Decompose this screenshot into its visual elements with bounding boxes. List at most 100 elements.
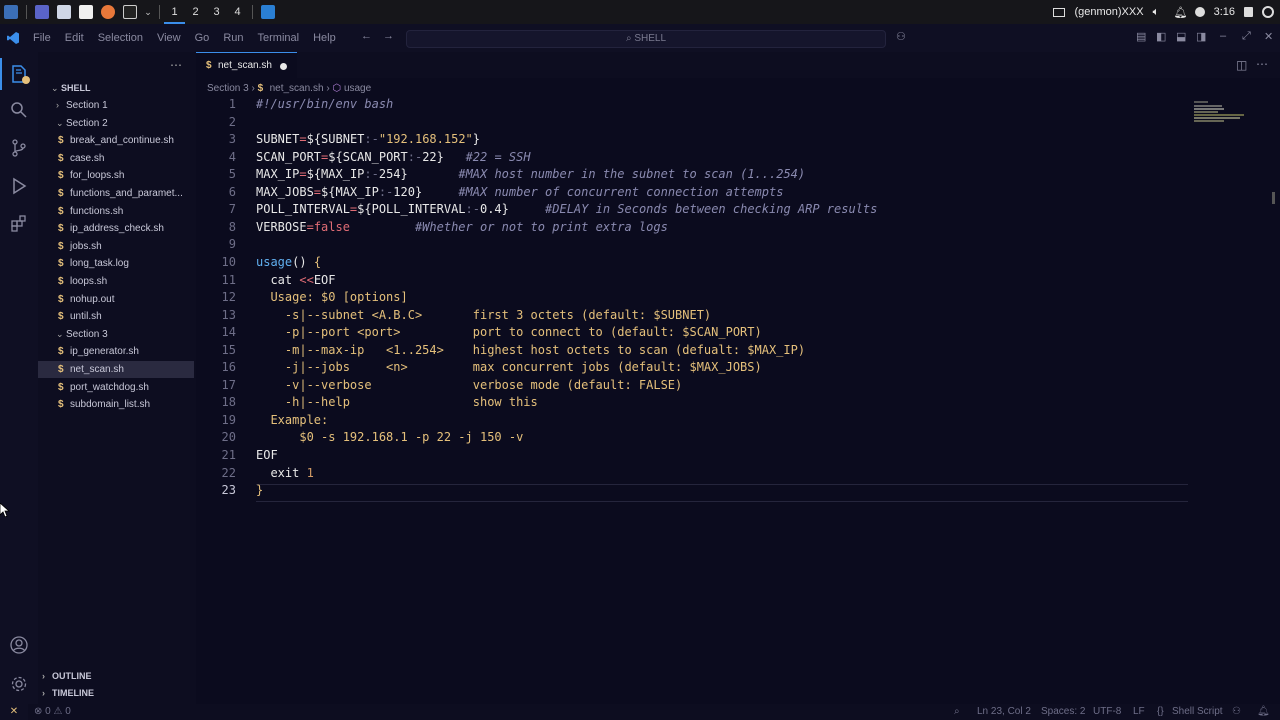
remote-indicator-icon[interactable]: ✕ — [0, 704, 28, 720]
copilot-status-icon[interactable]: ⚇ — [1232, 704, 1241, 720]
menu-view[interactable]: View — [150, 24, 188, 52]
volume-icon[interactable]: 🔈︎ — [1153, 6, 1165, 18]
file-item[interactable]: $ jobs.sh — [38, 238, 194, 255]
problems-indicator[interactable]: ⊗ 0 ⚠ 0 — [34, 704, 71, 720]
search-icon[interactable] — [9, 100, 29, 120]
toggle-panel-icon[interactable]: ⬓ — [1176, 30, 1186, 43]
workspace-1[interactable]: 1 — [164, 0, 185, 24]
code-line[interactable]: 6 MAX_JOBS=${MAX_IP:-120} #MAX number of … — [196, 184, 1196, 202]
code-line[interactable]: 5 MAX_IP=${MAX_IP:-254} #MAX host number … — [196, 166, 1196, 184]
workspace-2[interactable]: 2 — [185, 0, 206, 24]
folder-item[interactable]: ⌄ Section 3 — [38, 326, 194, 343]
split-editor-icon[interactable]: ◫ — [1236, 58, 1247, 72]
more-actions-icon[interactable]: ⋯ — [170, 58, 182, 72]
file-item[interactable]: $ port_watchdog.sh — [38, 379, 194, 396]
code-line[interactable]: 17 -v|--verbose verbose mode (default: F… — [196, 377, 1196, 395]
terminal-icon[interactable] — [119, 0, 141, 24]
file-item[interactable]: $ functions_and_paramet... — [38, 185, 194, 202]
run-debug-icon[interactable] — [9, 176, 29, 196]
timeline-section[interactable]: › TIMELINE — [38, 685, 196, 702]
code-line[interactable]: 2 — [196, 114, 1196, 132]
menu-go[interactable]: Go — [188, 24, 217, 52]
file-item[interactable]: $ subdomain_list.sh — [38, 396, 194, 413]
maximize-icon[interactable]: ⤢ — [1242, 30, 1251, 43]
breadcrumb-folder[interactable]: Section 3 — [207, 83, 249, 94]
code-line[interactable]: 4 SCAN_PORT=${SCAN_PORT:-22} #22 = SSH — [196, 149, 1196, 167]
language-mode[interactable]: Shell Script — [1172, 704, 1223, 720]
bell-icon[interactable]: 🔔︎ — [1174, 6, 1188, 19]
encoding[interactable]: UTF-8 — [1093, 704, 1121, 720]
code-line[interactable]: 11 cat <<EOF — [196, 272, 1196, 290]
code-line[interactable]: 8 VERBOSE=false #Whether or not to print … — [196, 219, 1196, 237]
clock[interactable]: 3:16 — [1214, 6, 1235, 18]
file-item[interactable]: $ nohup.out — [38, 291, 194, 308]
bell-icon[interactable]: 🔔︎ — [1257, 704, 1270, 720]
file-manager-icon[interactable] — [53, 0, 75, 24]
menu-edit[interactable]: Edit — [58, 24, 91, 52]
vertical-scrollbar[interactable] — [1272, 192, 1275, 204]
back-arrow-icon[interactable]: ← — [361, 30, 372, 42]
file-item[interactable]: $ until.sh — [38, 308, 194, 325]
code-line[interactable]: 15 -m|--max-ip <1..254> highest host oct… — [196, 342, 1196, 360]
breadcrumb-symbol[interactable]: usage — [344, 83, 371, 94]
file-item[interactable]: $ long_task.log — [38, 255, 194, 272]
code-line[interactable]: 14 -p|--port <port> port to connect to (… — [196, 324, 1196, 342]
file-item[interactable]: $ loops.sh — [38, 273, 194, 290]
workspace-3[interactable]: 3 — [206, 0, 227, 24]
file-item[interactable]: $ ip_address_check.sh — [38, 220, 194, 237]
code-line[interactable]: 12 Usage: $0 [options] — [196, 289, 1196, 307]
command-center-search[interactable]: ⌕ SHELL — [406, 30, 886, 48]
end-of-line[interactable]: LF — [1133, 704, 1145, 720]
menu-selection[interactable]: Selection — [91, 24, 150, 52]
vscode-window-icon[interactable] — [257, 0, 279, 24]
breadcrumb-file[interactable]: net_scan.sh — [270, 83, 324, 94]
file-item[interactable]: $ for_loops.sh — [38, 167, 194, 184]
chevron-down-icon[interactable]: ⌄ — [141, 0, 155, 24]
code-line[interactable]: 9 — [196, 236, 1196, 254]
menu-file[interactable]: File — [26, 24, 58, 52]
code-line[interactable]: 20 $0 -s 192.168.1 -p 22 -j 150 -v — [196, 429, 1196, 447]
explorer-icon[interactable] — [0, 58, 30, 90]
forward-arrow-icon[interactable]: → — [383, 30, 394, 42]
toggle-secondary-sidebar-icon[interactable]: ◨ — [1196, 30, 1206, 43]
tab-net-scan[interactable]: $ net_scan.sh — [196, 52, 297, 78]
code-line[interactable]: 10 usage() { — [196, 254, 1196, 272]
code-line[interactable]: 23} — [196, 482, 1196, 500]
zoom-icon[interactable]: ⌕ — [954, 704, 960, 720]
code-line[interactable]: 13 -s|--subnet <A.B.C> first 3 octets (d… — [196, 307, 1196, 325]
layout-customize-icon[interactable]: ▤ — [1136, 30, 1146, 43]
close-icon[interactable]: ✕ — [1264, 30, 1273, 43]
outline-section[interactable]: › OUTLINE — [38, 668, 196, 685]
minimap[interactable] — [1194, 100, 1250, 124]
text-editor-icon[interactable] — [75, 0, 97, 24]
workspace-4[interactable]: 4 — [227, 0, 248, 24]
file-item[interactable]: $ ip_generator.sh — [38, 343, 194, 360]
menu-terminal[interactable]: Terminal — [251, 24, 307, 52]
code-line[interactable]: 21 EOF — [196, 447, 1196, 465]
file-item[interactable]: $ net_scan.sh — [38, 361, 194, 378]
code-line[interactable]: 3 SUBNET=${SUBNET:-"192.168.152"} — [196, 131, 1196, 149]
app-menu-icon[interactable] — [0, 0, 22, 24]
genmon-label[interactable]: (genmon)XXX — [1074, 6, 1143, 18]
folder-item[interactable]: › Section 1 — [38, 97, 194, 114]
code-line[interactable]: 1 #!/usr/bin/env bash — [196, 96, 1196, 114]
unsaved-dot-icon[interactable] — [280, 63, 287, 70]
lock-icon[interactable] — [1244, 7, 1253, 17]
menu-run[interactable]: Run — [216, 24, 250, 52]
explorer-root-folder[interactable]: ⌄ SHELL — [38, 80, 209, 97]
code-line[interactable]: 16 -j|--jobs <n> max concurrent jobs (de… — [196, 359, 1196, 377]
file-item[interactable]: $ functions.sh — [38, 203, 194, 220]
extensions-icon[interactable] — [9, 214, 29, 234]
file-item[interactable]: $ break_and_continue.sh — [38, 132, 194, 149]
account-icon[interactable] — [9, 635, 29, 655]
code-line[interactable]: 18 -h|--help show this — [196, 394, 1196, 412]
code-line[interactable]: 19 Example: — [196, 412, 1196, 430]
code-line[interactable]: 22 exit 1 — [196, 465, 1196, 483]
source-control-icon[interactable] — [9, 138, 29, 158]
file-item[interactable]: $ case.sh — [38, 150, 194, 167]
code-editor[interactable]: 1 #!/usr/bin/env bash 2 3 SUBNET=${SUBNET:-"… — [196, 96, 1280, 516]
folder-item[interactable]: ⌄ Section 2 — [38, 115, 194, 132]
menu-help[interactable]: Help — [306, 24, 343, 52]
cursor-position[interactable]: Ln 23, Col 2 — [977, 704, 1031, 720]
more-actions-icon[interactable]: ⋯ — [1256, 57, 1268, 71]
